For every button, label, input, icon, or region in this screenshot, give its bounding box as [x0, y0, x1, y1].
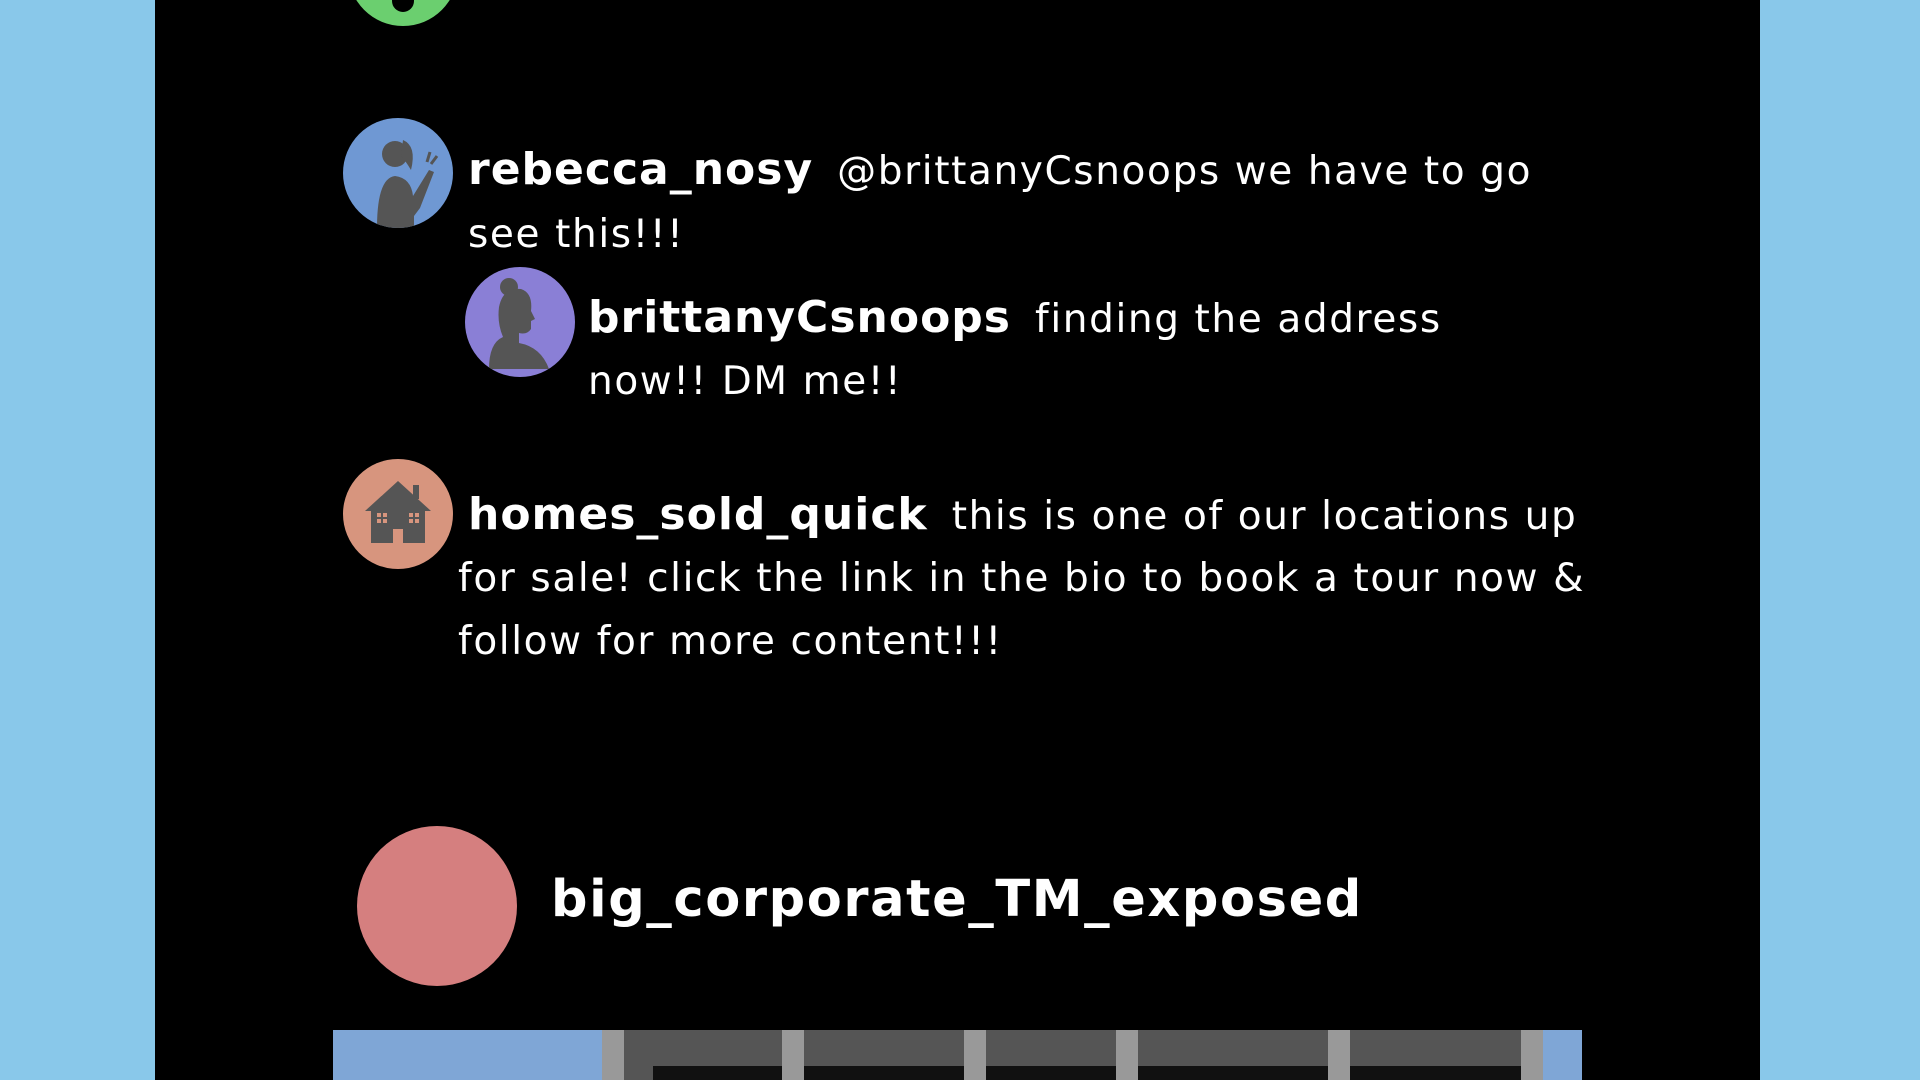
comment-rebecca-line1: rebecca_nosy @brittanyCsnoops we have to …: [468, 144, 1532, 195]
woman-ponytail-waving-icon: [377, 140, 439, 228]
previous-comment-avatar[interactable]: [348, 0, 458, 26]
window-frame: [964, 1030, 986, 1080]
reply-brittany-line2: now!! DM me!!: [588, 359, 903, 404]
comment-username[interactable]: homes_sold_quick: [468, 489, 928, 540]
house-icon: [365, 481, 431, 543]
comment-text: @brittanyCsnoops we have to go: [837, 149, 1533, 194]
comment-rebecca-line2: see this!!!: [468, 212, 685, 257]
feed-panel: rebecca_nosy @brittanyCsnoops we have to …: [155, 0, 1760, 1080]
comment-homes-line2: for sale! click the link in the bio to b…: [458, 556, 1586, 601]
window-frame: [602, 1030, 624, 1080]
window-frame: [1116, 1030, 1138, 1080]
window-frame: [1521, 1030, 1543, 1080]
post-author-avatar[interactable]: [357, 826, 517, 986]
reply-brittany-line1: brittanyCsnoops finding the address: [588, 292, 1442, 343]
reply-username[interactable]: brittanyCsnoops: [588, 292, 1011, 343]
avatar-brittany-csnoops[interactable]: [465, 267, 575, 377]
comment-homes-line1: homes_sold_quick this is one of our locat…: [468, 489, 1577, 540]
window-frame: [782, 1030, 804, 1080]
post-author-username[interactable]: big_corporate_TM_exposed: [551, 870, 1363, 929]
woman-bun-profile-icon: [489, 278, 549, 369]
window-frame: [1543, 1030, 1582, 1080]
window-frame: [1328, 1030, 1350, 1080]
comment-username[interactable]: rebecca_nosy: [468, 144, 813, 195]
comment-homes-line3: follow for more content!!!: [458, 619, 1003, 664]
post-image[interactable]: [333, 1030, 1582, 1080]
avatar-rebecca-nosy[interactable]: [343, 118, 453, 228]
avatar-detail: [392, 0, 414, 12]
avatar-homes-sold-quick[interactable]: [343, 459, 453, 569]
comment-text: this is one of our locations up: [951, 494, 1578, 539]
reply-text: finding the address: [1035, 297, 1442, 342]
